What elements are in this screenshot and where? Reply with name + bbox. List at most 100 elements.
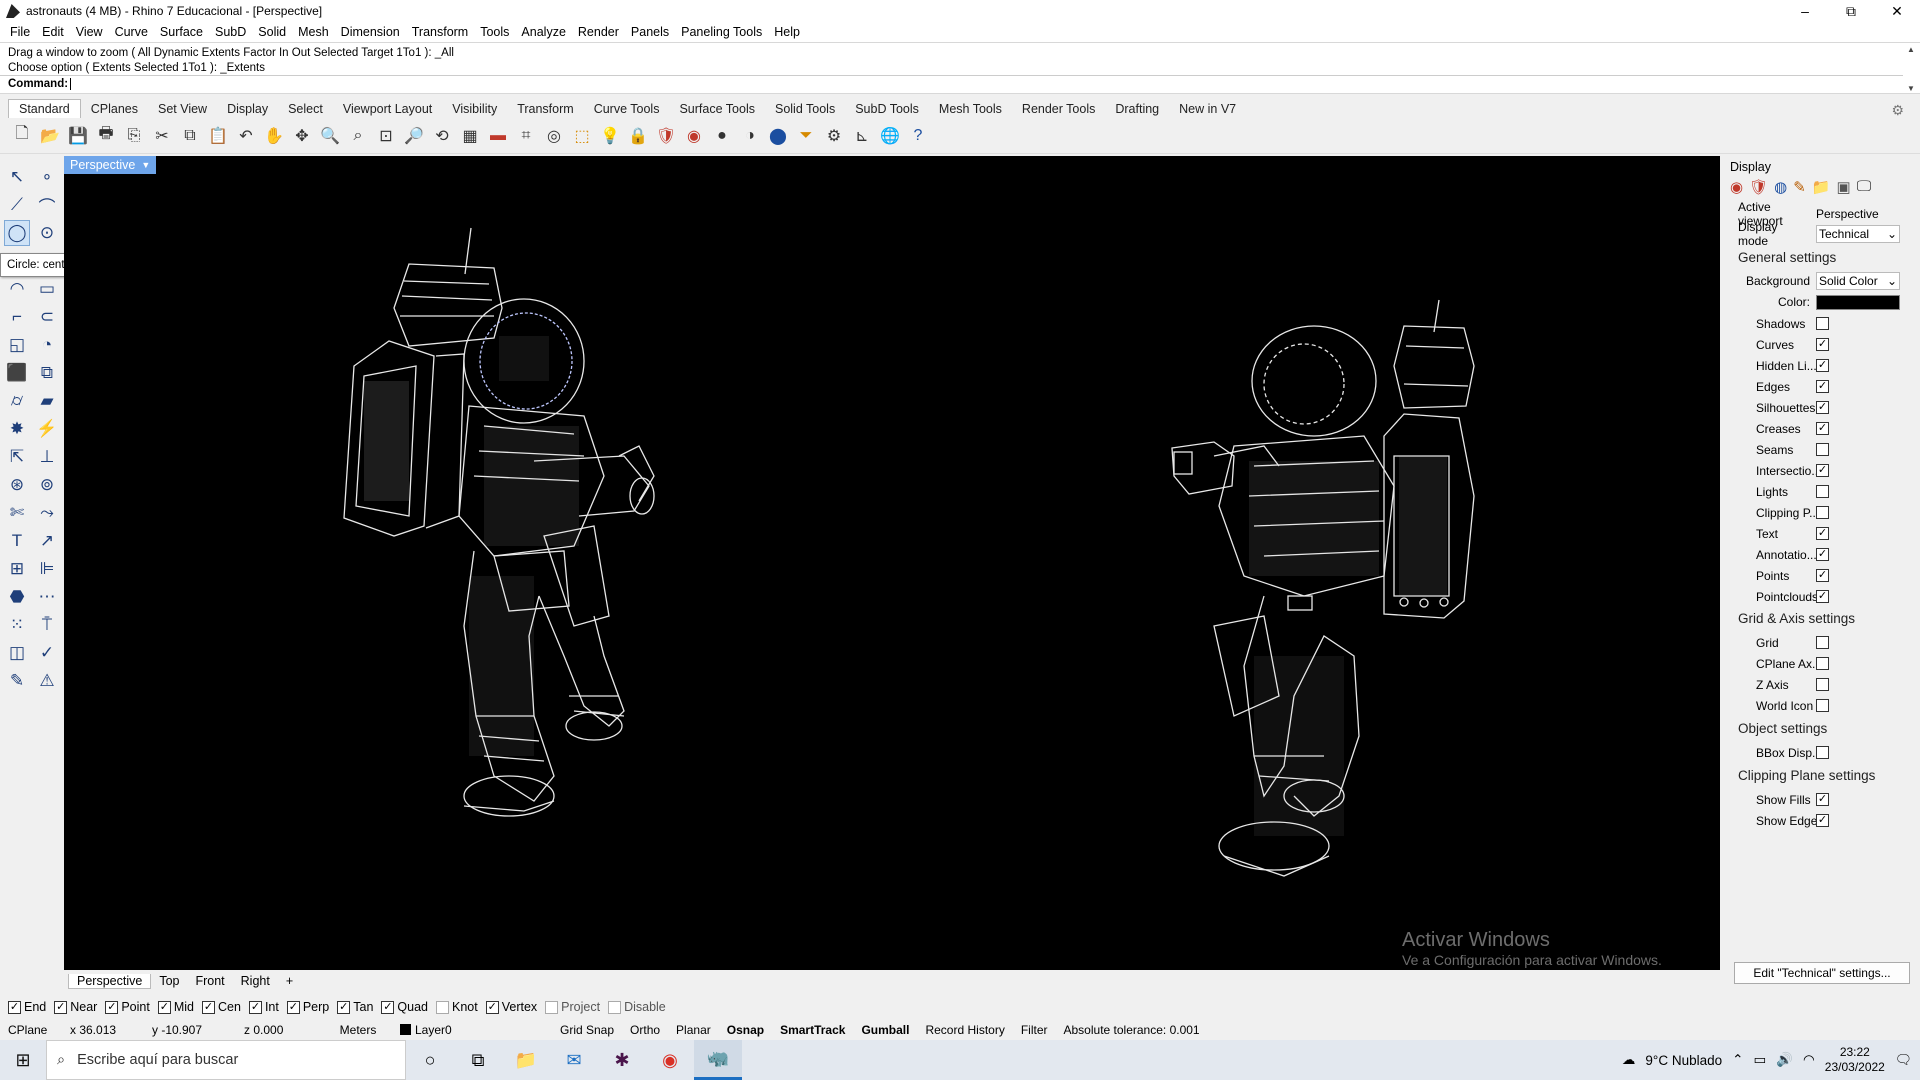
viewport-tab-top[interactable]: Top [151,974,187,988]
menu-panels[interactable]: Panels [625,25,675,39]
save-icon[interactable]: 💾 [66,124,90,148]
viewport-tab-right[interactable]: Right [233,974,278,988]
import-icon[interactable]: ⎘ [122,124,146,148]
split-icon[interactable]: ⤳ [34,500,60,526]
check-icon[interactable]: ✓ [34,640,60,666]
grid-snap-toggle[interactable]: Grid Snap [552,1023,622,1037]
osnap-disable[interactable]: Disable [608,1000,666,1014]
circle-icon[interactable]: ◯ [4,220,30,246]
surface-icon[interactable]: ◱ [4,332,30,358]
add-viewport-tab-icon[interactable]: + [278,974,301,988]
osnap-checkbox[interactable] [608,1000,622,1014]
tab-set-view[interactable]: Set View [148,100,217,118]
point-tool-icon[interactable]: ∘ [34,164,60,190]
filter-toggle[interactable]: Filter [1013,1023,1056,1037]
tab-drafting[interactable]: Drafting [1105,100,1169,118]
arc-icon[interactable]: ◠ [4,276,30,302]
setting-checkbox[interactable]: ✓ [1816,338,1829,351]
edit-points-icon[interactable]: ◫ [4,640,30,666]
undo-icon[interactable]: ↶ [234,124,258,148]
zoom-window-icon[interactable]: ⌕ [346,124,370,148]
network-icon[interactable]: ▭ [1753,1052,1766,1068]
viewport-tab-perspective[interactable]: Perspective [68,973,152,989]
notifications-icon[interactable]: 🗨 [1895,1052,1912,1068]
offset-icon[interactable]: ⊂ [34,304,60,330]
drafting-icon[interactable]: ✎ [4,668,30,694]
cut-icon[interactable]: ✂ [150,124,174,148]
help-icon[interactable]: ? [906,124,930,148]
osnap-vertex[interactable]: ✓ Vertex [485,1000,537,1014]
lock-icon[interactable]: 🔒 [626,124,650,148]
osnap-knot[interactable]: Knot [436,1000,478,1014]
setting-checkbox[interactable] [1816,506,1829,519]
trim-icon[interactable]: ✄ [4,500,30,526]
osnap-checkbox[interactable]: ✓ [485,1000,499,1014]
boolean-icon[interactable]: ⧉ [34,360,60,386]
maximize-button[interactable]: ⧉ [1828,0,1874,22]
mail-icon[interactable]: ✉ [550,1040,598,1080]
group-icon[interactable]: ⊛ [4,472,30,498]
osnap-perp[interactable]: ✓ Perp [286,1000,329,1014]
command-prompt[interactable]: Command: [0,75,1903,93]
revolve-icon[interactable]: ◔ [34,332,60,358]
osnap-int[interactable]: ✓ Int [248,1000,279,1014]
setting-checkbox[interactable]: ✓ [1816,401,1829,414]
osnap-cen[interactable]: ✓ Cen [202,1000,241,1014]
taskbar-search[interactable]: ⌕ Escribe aquí para buscar [46,1040,406,1080]
osnap-quad[interactable]: ✓ Quad [381,1000,428,1014]
background-select[interactable]: Solid Color ⌄ [1816,272,1900,290]
material-sphere-icon[interactable]: ◑ [738,124,762,148]
filter-icon[interactable]: ⏷ [794,124,818,148]
cortana-icon[interactable]: ○ [406,1040,454,1080]
chevron-up-icon[interactable]: ⌃ [1732,1052,1743,1068]
osnap-checkbox[interactable]: ✓ [248,1000,262,1014]
select-arrow-icon[interactable]: ↖ [4,164,30,190]
menu-view[interactable]: View [70,25,109,39]
display-tab-icon[interactable]: 🖵 [1857,178,1871,196]
menu-solid[interactable]: Solid [252,25,292,39]
clock[interactable]: 23:22 23/03/2022 [1825,1045,1885,1075]
tab-viewport-layout[interactable]: Viewport Layout [333,100,442,118]
ellipse-icon[interactable]: ⊙ [34,220,60,246]
warning-icon[interactable]: ⚠ [34,668,60,694]
shaded-sphere-icon[interactable]: ● [710,124,734,148]
units-label[interactable]: Meters [324,1023,392,1037]
block-icon[interactable]: ⊞ [4,556,30,582]
tab-cplanes[interactable]: CPlanes [81,100,148,118]
menu-transform[interactable]: Transform [406,25,475,39]
pan-icon[interactable]: ✋ [262,124,286,148]
tab-render-tools[interactable]: Render Tools [1012,100,1105,118]
setting-checkbox[interactable]: ✓ [1816,548,1829,561]
box-icon[interactable]: ⬛ [4,360,30,386]
osnap-checkbox[interactable]: ✓ [157,1000,171,1014]
tab-select[interactable]: Select [278,100,333,118]
array-icon[interactable]: ⁙ [4,612,30,638]
viewport-grid-icon[interactable]: ▦ [458,124,482,148]
osnap-checkbox[interactable]: ✓ [54,1000,68,1014]
scroll-down-icon[interactable]: ▼ [1907,84,1915,93]
rectangle-icon[interactable]: ▭ [34,276,60,302]
minimize-button[interactable]: – [1782,0,1828,22]
setting-checkbox[interactable]: ✓ [1816,464,1829,477]
tab-standard[interactable]: Standard [8,99,81,118]
menu-edit[interactable]: Edit [36,25,70,39]
tab-new-in-v7[interactable]: New in V7 [1169,100,1246,118]
tab-transform[interactable]: Transform [507,100,584,118]
osnap-checkbox[interactable] [436,1000,449,1014]
tab-mesh-tools[interactable]: Mesh Tools [929,100,1012,118]
open-icon[interactable]: 📂 [38,124,62,148]
display-mode-select[interactable]: Technical ⌄ [1816,225,1900,243]
dimension-icon[interactable]: ⊾ [850,124,874,148]
osnap-checkbox[interactable]: ✓ [337,1000,351,1014]
viewport-tab-front[interactable]: Front [187,974,232,988]
curve-icon[interactable]: ⌒ [34,192,60,218]
setting-checkbox[interactable] [1816,678,1829,691]
volume-icon[interactable]: 🔊 [1776,1052,1793,1068]
task-view-icon[interactable]: ⧉ [454,1040,502,1080]
mesh-icon[interactable]: ✸ [4,416,30,442]
move-icon[interactable]: ⇱ [4,444,30,470]
menu-paneling-tools[interactable]: Paneling Tools [675,25,768,39]
setting-checkbox[interactable]: ✓ [1816,569,1829,582]
setting-checkbox[interactable]: ✓ [1816,590,1829,603]
zoom-dynamic-icon[interactable]: 🔍 [318,124,342,148]
